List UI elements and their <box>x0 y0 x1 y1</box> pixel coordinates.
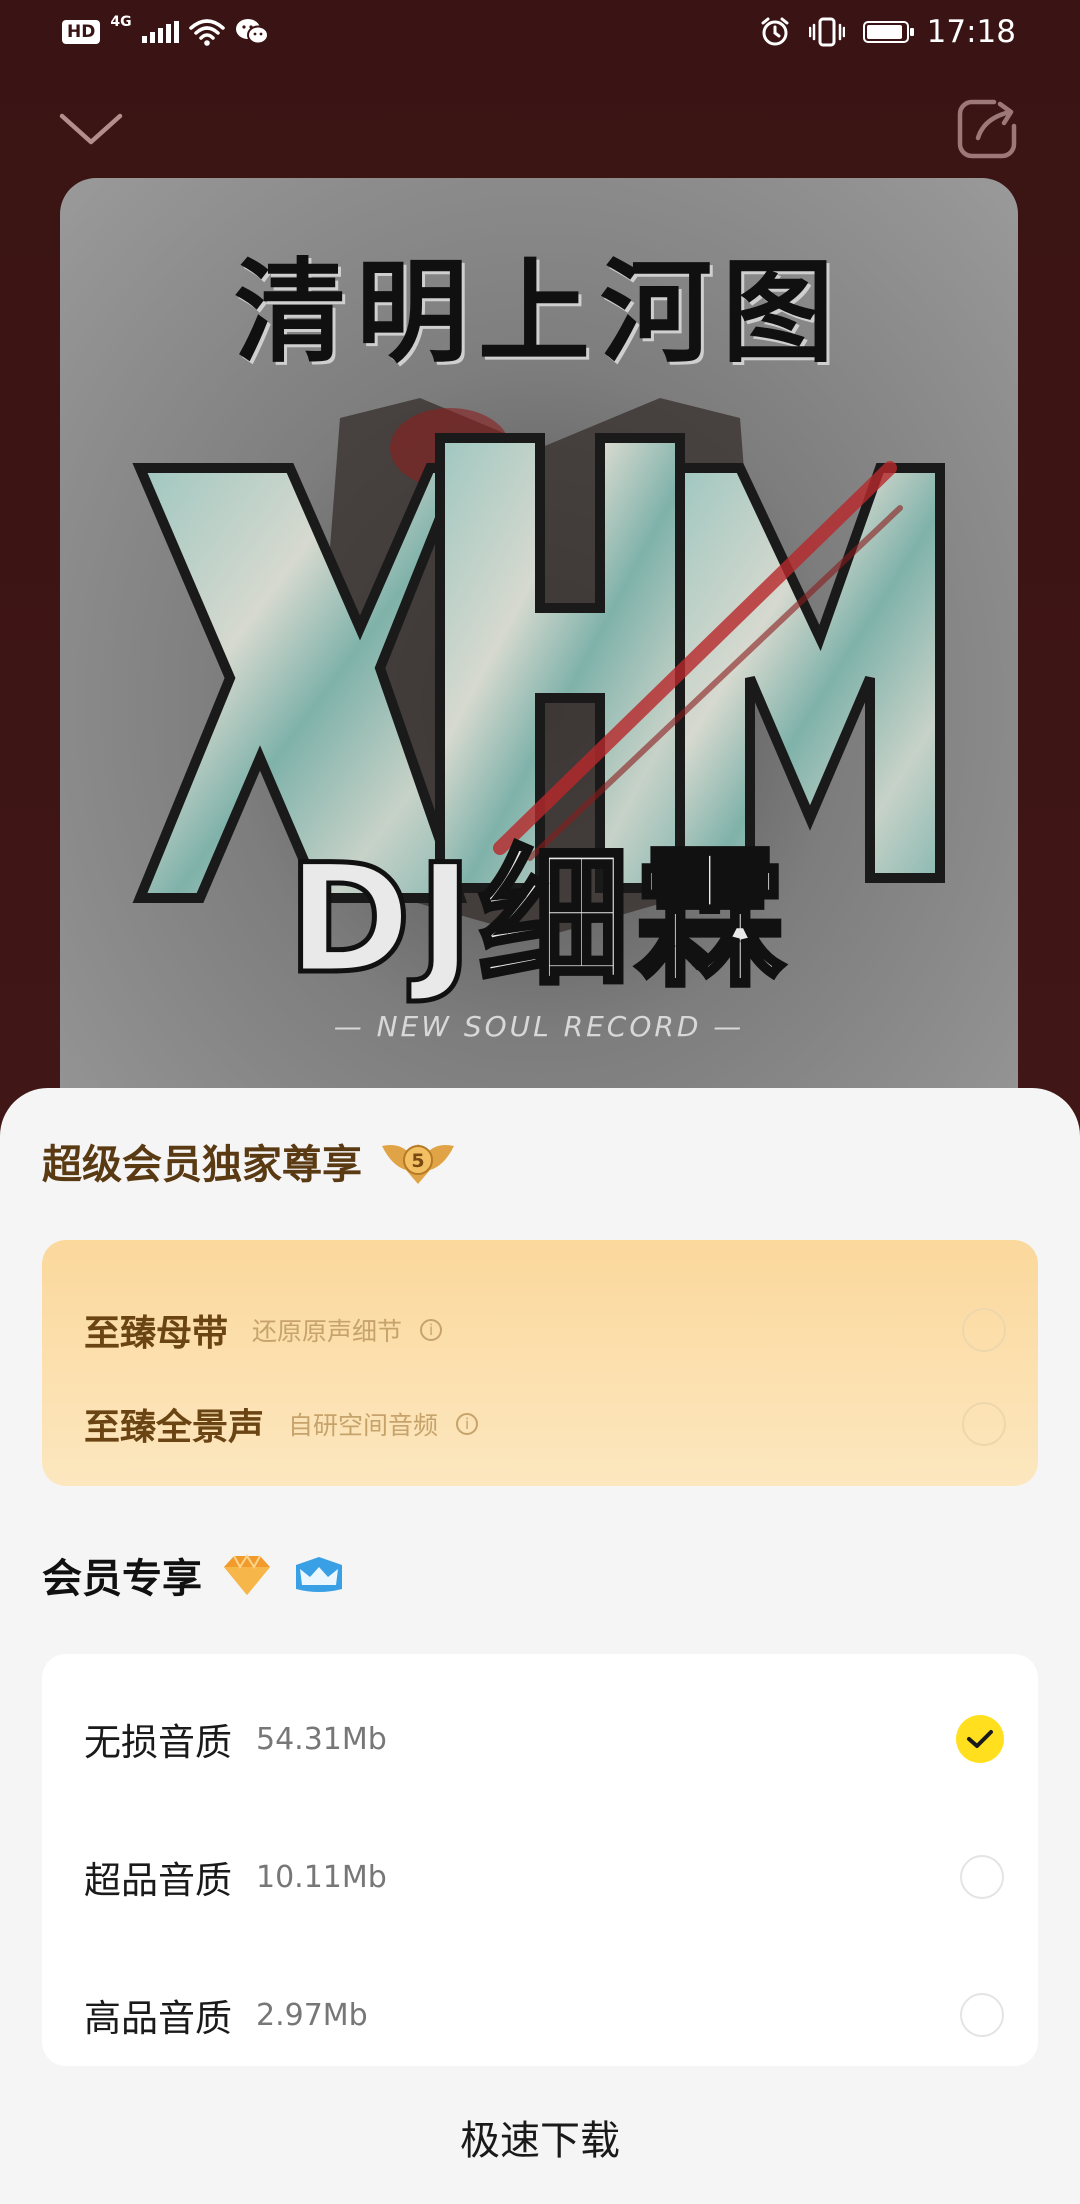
hd-badge: HD <box>62 20 101 44</box>
svip-level-badge-icon: 5 <box>382 1144 454 1184</box>
battery-icon <box>862 21 914 43</box>
svip-option-desc: 还原原声细节 <box>252 1317 403 1346</box>
battery-level <box>866 25 902 39</box>
svip-badge-level: 5 <box>411 1150 424 1172</box>
vip-card-icon <box>296 1557 342 1592</box>
album-artist-art-text: DJ细霖 <box>284 831 792 1010</box>
status-bar-left: HD 4G <box>62 14 269 46</box>
quality-options-card: 无损音质 54.31Mb 超品音质 10.11Mb 高品音质 2.97Mb <box>42 1654 1038 2066</box>
status-bar-right: 17:18 <box>759 14 1016 50</box>
network-type-label: 4G <box>110 14 132 30</box>
quality-option-label: 无损音质 <box>84 1721 232 1764</box>
quality-option-lossless[interactable]: 无损音质 54.31Mb <box>84 1704 1004 1774</box>
svip-option-master[interactable]: 至臻母带 还原原声细节 i <box>84 1300 1006 1360</box>
vip-title-text: 会员专享 <box>42 1556 202 1602</box>
collapse-button[interactable] <box>56 104 126 154</box>
share-button[interactable] <box>954 96 1020 162</box>
vibrate-icon <box>808 17 845 47</box>
status-bar: HD 4G 17:18 <box>0 0 1080 66</box>
quality-option-size: 54.31Mb <box>256 1721 387 1757</box>
svip-option-panoramic[interactable]: 至臻全景声 自研空间音频 i <box>84 1394 1006 1454</box>
info-icon[interactable]: i <box>456 1413 479 1435</box>
quality-option-high[interactable]: 高品音质 2.97Mb <box>84 1980 1004 2050</box>
chevron-down-icon <box>59 113 123 145</box>
checkmark-icon <box>967 1730 993 1748</box>
album-tagline: — NEW SOUL RECORD — <box>333 1010 745 1043</box>
quality-option-label: 高品音质 <box>84 1997 232 2040</box>
vip-section-title: 会员专享 <box>42 1546 346 1604</box>
wechat-icon <box>235 19 269 45</box>
info-icon[interactable]: i <box>420 1319 443 1341</box>
radio-unchecked-icon[interactable] <box>962 1308 1006 1352</box>
wifi-icon <box>188 19 225 46</box>
clock-time: 17:18 <box>926 14 1016 50</box>
quality-option-label: 超品音质 <box>84 1859 232 1902</box>
radio-checked-icon[interactable] <box>956 1715 1004 1763</box>
fast-download-button[interactable]: 极速下载 <box>0 2108 1080 2166</box>
diamond-icon <box>224 1554 270 1595</box>
radio-unchecked-icon[interactable] <box>960 1993 1004 2037</box>
album-title: 清明上河图 <box>234 247 844 378</box>
download-quality-sheet: 超级会员独家尊享 5 至臻母带 还原原声细节 i 至臻全景声 自研空间音频 i … <box>0 1088 1080 2204</box>
alarm-icon <box>761 17 789 46</box>
radio-unchecked-icon[interactable] <box>962 1402 1006 1446</box>
svip-options-card: 至臻母带 还原原声细节 i 至臻全景声 自研空间音频 i <box>42 1240 1038 1486</box>
svip-title-text: 超级会员独家尊享 <box>42 1142 362 1188</box>
quality-option-super[interactable]: 超品音质 10.11Mb <box>84 1842 1004 1912</box>
signal-icon <box>141 21 179 43</box>
svip-option-desc: 自研空间音频 <box>288 1411 439 1440</box>
quality-option-size: 2.97Mb <box>256 1997 368 2033</box>
quality-option-size: 10.11Mb <box>256 1859 387 1895</box>
album-cover: 清明上河图 DJ细霖 — NEW SOUL RECORD — <box>60 178 1018 1136</box>
svip-option-label: 至臻母带 <box>84 1313 229 1354</box>
svip-option-label: 至臻全景声 <box>84 1407 265 1448</box>
share-icon <box>957 99 1017 159</box>
svip-section-title: 超级会员独家尊享 5 <box>42 1132 456 1190</box>
radio-unchecked-icon[interactable] <box>960 1855 1004 1899</box>
